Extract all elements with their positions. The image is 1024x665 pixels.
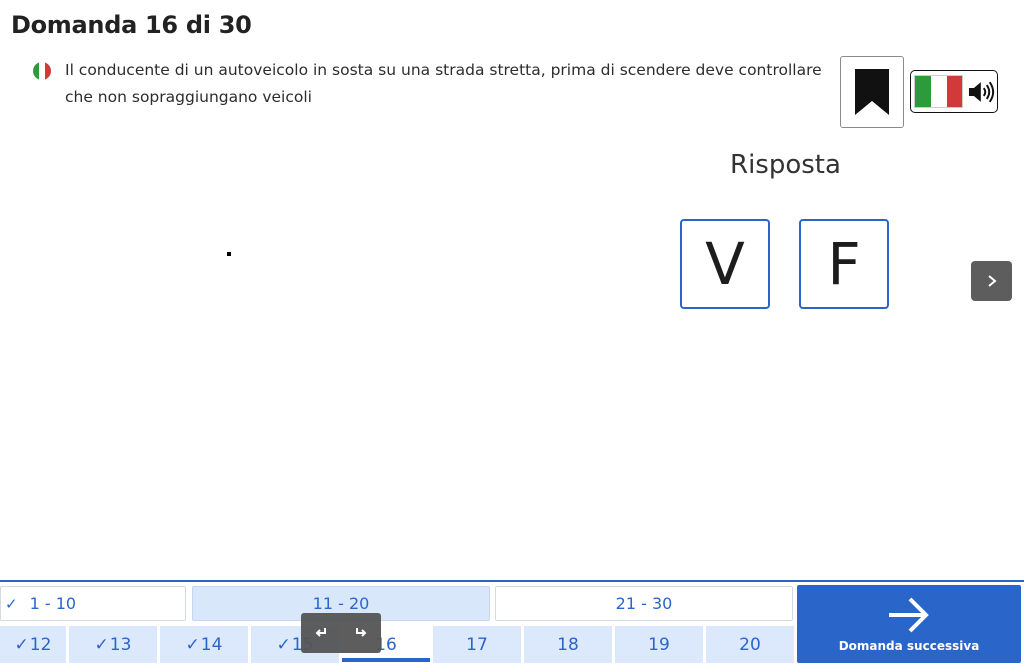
answer-true-button[interactable]: V bbox=[680, 219, 770, 309]
question-number-18[interactable]: 18 bbox=[524, 626, 612, 663]
language-audio-button[interactable] bbox=[910, 70, 998, 113]
nav-divider bbox=[0, 580, 1024, 582]
question-number-20[interactable]: 20 bbox=[706, 626, 794, 663]
next-question-label: Domanda successiva bbox=[838, 639, 980, 653]
speaker-icon bbox=[969, 81, 995, 102]
undo-redo-toolbar bbox=[301, 613, 381, 653]
question-number-13[interactable]: ✓ 13 bbox=[69, 626, 157, 663]
check-icon: ✓ bbox=[276, 634, 291, 655]
check-icon: ✓ bbox=[14, 634, 29, 655]
next-question-button[interactable]: Domanda successiva bbox=[797, 585, 1021, 663]
range-tab-label: 21 - 30 bbox=[615, 594, 673, 613]
range-tab-label: 1 - 10 bbox=[29, 594, 77, 613]
redo-icon[interactable] bbox=[354, 626, 368, 640]
bookmark-icon bbox=[855, 69, 889, 115]
arrow-right-icon bbox=[889, 597, 929, 633]
answer-false-button[interactable]: F bbox=[799, 219, 889, 309]
question-number-14[interactable]: ✓ 14 bbox=[160, 626, 248, 663]
next-slide-button[interactable] bbox=[971, 261, 1012, 301]
current-question-indicator bbox=[342, 658, 430, 662]
question-image-placeholder bbox=[227, 252, 231, 256]
bookmark-button[interactable] bbox=[840, 56, 904, 128]
question-number-12[interactable]: ✓ 12 bbox=[0, 626, 66, 663]
question-number-19[interactable]: 19 bbox=[615, 626, 703, 663]
double-check-icon: ✓ bbox=[5, 594, 18, 613]
check-icon: ✓ bbox=[94, 634, 109, 655]
range-tab-1-10[interactable]: ✓ 1 - 10 bbox=[0, 586, 186, 621]
undo-icon[interactable] bbox=[314, 626, 328, 640]
range-tab-21-30[interactable]: 21 - 30 bbox=[495, 586, 793, 621]
check-icon: ✓ bbox=[185, 634, 200, 655]
question-number-17[interactable]: 17 bbox=[433, 626, 521, 663]
chevron-right-icon bbox=[987, 275, 997, 287]
question-text: Il conducente di un autoveicolo in sosta… bbox=[65, 61, 822, 106]
question-row: Il conducente di un autoveicolo in sosta… bbox=[33, 57, 833, 111]
page-title: Domanda 16 di 30 bbox=[11, 11, 252, 39]
answer-heading: Risposta bbox=[730, 150, 841, 180]
quiz-app: Domanda 16 di 30 Il conducente di un aut… bbox=[0, 0, 1024, 665]
italian-flag-icon bbox=[914, 75, 964, 108]
range-tab-label: 11 - 20 bbox=[312, 594, 370, 613]
italian-flag-icon bbox=[33, 62, 51, 80]
